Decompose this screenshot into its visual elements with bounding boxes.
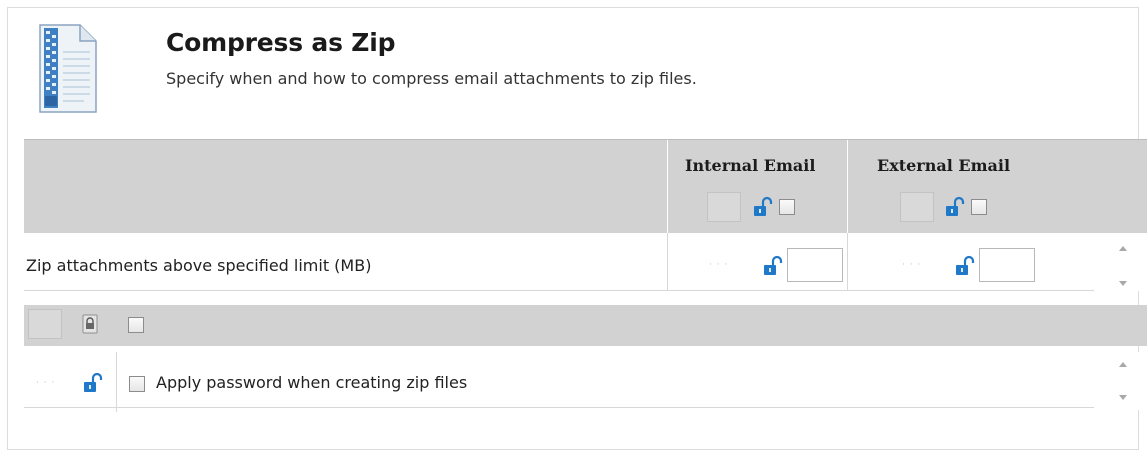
unlocked-padlock-icon[interactable] [762, 255, 784, 277]
internal-header-checkbox[interactable] [779, 199, 795, 215]
password-inherit-box [28, 309, 62, 339]
internal-size-limit-input[interactable] [787, 248, 843, 282]
row-divider [24, 407, 1094, 408]
unlocked-padlock-icon[interactable] [82, 372, 104, 394]
locked-padlock-icon[interactable] [81, 314, 99, 334]
row-divider [24, 290, 1094, 291]
external-inherit-box [900, 192, 934, 222]
unlocked-padlock-icon[interactable] [752, 196, 774, 218]
external-size-limit-input[interactable] [979, 248, 1035, 282]
grid-header: Internal Email External Email [24, 139, 1147, 234]
inherit-indicator: · · · [36, 378, 56, 388]
scroll-up-arrow[interactable] [1119, 362, 1127, 367]
page-subtitle: Specify when and how to compress email a… [166, 69, 697, 88]
apply-password-checkbox[interactable] [129, 376, 145, 392]
inherit-indicator: · · · [902, 260, 922, 270]
page-title: Compress as Zip [166, 28, 396, 57]
unlocked-padlock-icon[interactable] [954, 255, 976, 277]
column-divider [116, 352, 117, 412]
column-divider [847, 140, 848, 234]
scroll-up-arrow[interactable] [1119, 246, 1127, 251]
table-row: Zip attachments above specified limit (M… [24, 233, 1147, 291]
internal-inherit-box [707, 192, 741, 222]
password-header-checkbox[interactable] [128, 317, 144, 333]
apply-password-label: Apply password when creating zip files [156, 373, 468, 392]
scroll-down-arrow[interactable] [1119, 281, 1127, 286]
external-header-checkbox[interactable] [971, 199, 987, 215]
inherit-indicator: · · · [709, 260, 729, 270]
column-divider [667, 140, 668, 234]
column-divider [667, 233, 668, 291]
external-email-header: External Email [877, 156, 1011, 175]
column-divider [847, 233, 848, 291]
scroll-down-arrow[interactable] [1119, 395, 1127, 400]
zip-document-icon [39, 24, 97, 113]
table-row: · · · Apply password when creating zip f… [24, 352, 1147, 412]
password-section-header [24, 305, 1147, 346]
zip-limit-label: Zip attachments above specified limit (M… [26, 256, 372, 275]
internal-email-header: Internal Email [685, 156, 816, 175]
unlocked-padlock-icon[interactable] [944, 196, 966, 218]
